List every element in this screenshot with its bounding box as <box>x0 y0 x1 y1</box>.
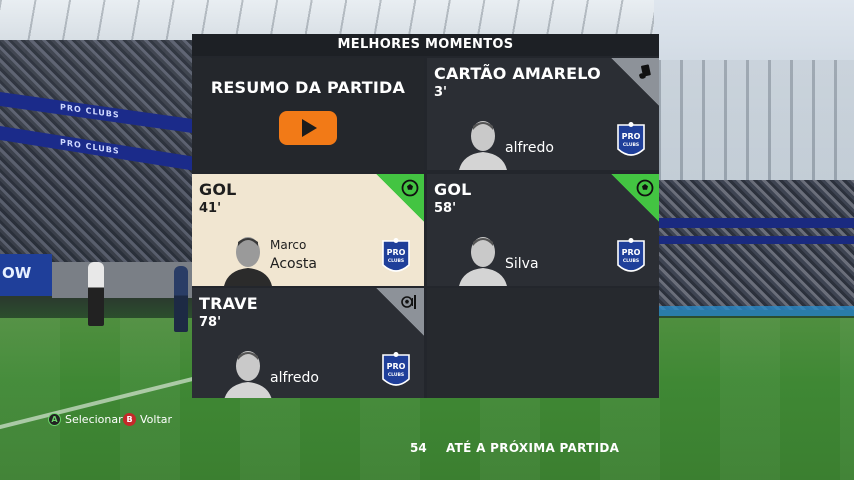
pro-clubs-badge-icon: PRO CLUBS <box>617 238 645 272</box>
badge-line2: CLUBS <box>388 258 404 264</box>
highlights-panel: MELHORES MOMENTOS RESUMO DA PARTIDA CART… <box>192 34 659 398</box>
badge-line2: CLUBS <box>623 258 639 264</box>
player-name: Silva <box>505 256 539 272</box>
play-icon <box>302 119 317 137</box>
badge-line1: PRO <box>387 248 406 257</box>
countdown-seconds: 54 <box>410 441 427 455</box>
ad-board <box>658 218 854 228</box>
event-title: GOL <box>199 180 237 199</box>
player-avatar-icon <box>224 351 272 398</box>
b-button-icon: B <box>123 413 136 426</box>
a-button-icon: A <box>48 413 61 426</box>
event-minute: 41' <box>199 201 222 216</box>
goalpost-icon <box>401 295 416 309</box>
player-name: Acosta <box>270 256 317 272</box>
player-avatar-icon <box>224 237 272 286</box>
crowd-right <box>658 180 854 310</box>
badge-line2: CLUBS <box>623 142 639 148</box>
soccer-ball-icon <box>401 179 419 197</box>
badge-line1: PRO <box>622 248 641 257</box>
ad-panel-text: OW <box>2 264 32 282</box>
event-corner <box>376 288 424 336</box>
play-button[interactable] <box>279 111 337 145</box>
badge-line2: CLUBS <box>388 372 404 378</box>
event-corner <box>611 174 659 222</box>
ad-board <box>658 306 854 316</box>
player-name: alfredo <box>270 370 319 386</box>
match-summary-label: RESUMO DA PARTIDA <box>210 78 406 97</box>
pro-clubs-badge-icon: PRO CLUBS <box>382 352 410 386</box>
event-corner <box>376 174 424 222</box>
player-avatar-icon <box>459 121 507 170</box>
goal-event-tile-selected[interactable]: GOL 41' Marco Acosta PRO CLUBS <box>192 174 424 286</box>
back-label: Voltar <box>140 413 173 426</box>
panel-title: MELHORES MOMENTOS <box>192 34 659 56</box>
event-corner <box>611 58 659 106</box>
player-first-name: Marco <box>270 238 307 252</box>
event-minute: 3' <box>434 85 448 100</box>
event-title: TRAVE <box>199 294 258 313</box>
back-hint[interactable]: B Voltar <box>123 413 172 426</box>
pro-clubs-badge-icon: PRO CLUBS <box>382 238 410 272</box>
event-minute: 78' <box>199 315 222 330</box>
event-minute: 58' <box>434 201 457 216</box>
player-name: alfredo <box>505 140 554 156</box>
event-title: CARTÃO AMARELO <box>434 64 601 83</box>
official-figure <box>88 262 104 326</box>
woodwork-event-tile[interactable]: TRAVE 78' alfredo PRO CLUBS <box>192 288 424 398</box>
yellow-card-icon <box>639 64 651 79</box>
soccer-ball-icon <box>636 179 654 197</box>
match-summary-tile[interactable]: RESUMO DA PARTIDA <box>192 58 424 172</box>
badge-line1: PRO <box>622 132 641 141</box>
empty-slot <box>427 288 659 398</box>
goal-event-tile[interactable]: GOL 58' Silva PRO CLUBS <box>427 174 659 286</box>
select-hint[interactable]: A Selecionar <box>48 413 123 426</box>
event-title: GOL <box>434 180 472 199</box>
pro-clubs-badge-icon: PRO CLUBS <box>617 122 645 156</box>
steward-figure <box>174 266 188 332</box>
badge-line1: PRO <box>387 362 406 371</box>
ad-panel: OW <box>0 254 52 296</box>
player-avatar-icon <box>459 237 507 286</box>
ad-board <box>658 236 854 244</box>
countdown-label: ATÉ A PRÓXIMA PARTIDA <box>446 441 620 455</box>
select-label: Selecionar <box>65 413 123 426</box>
stadium-truss <box>658 60 854 180</box>
yellow-card-event-tile[interactable]: CARTÃO AMARELO 3' alfredo PRO CLUBS <box>427 58 659 170</box>
